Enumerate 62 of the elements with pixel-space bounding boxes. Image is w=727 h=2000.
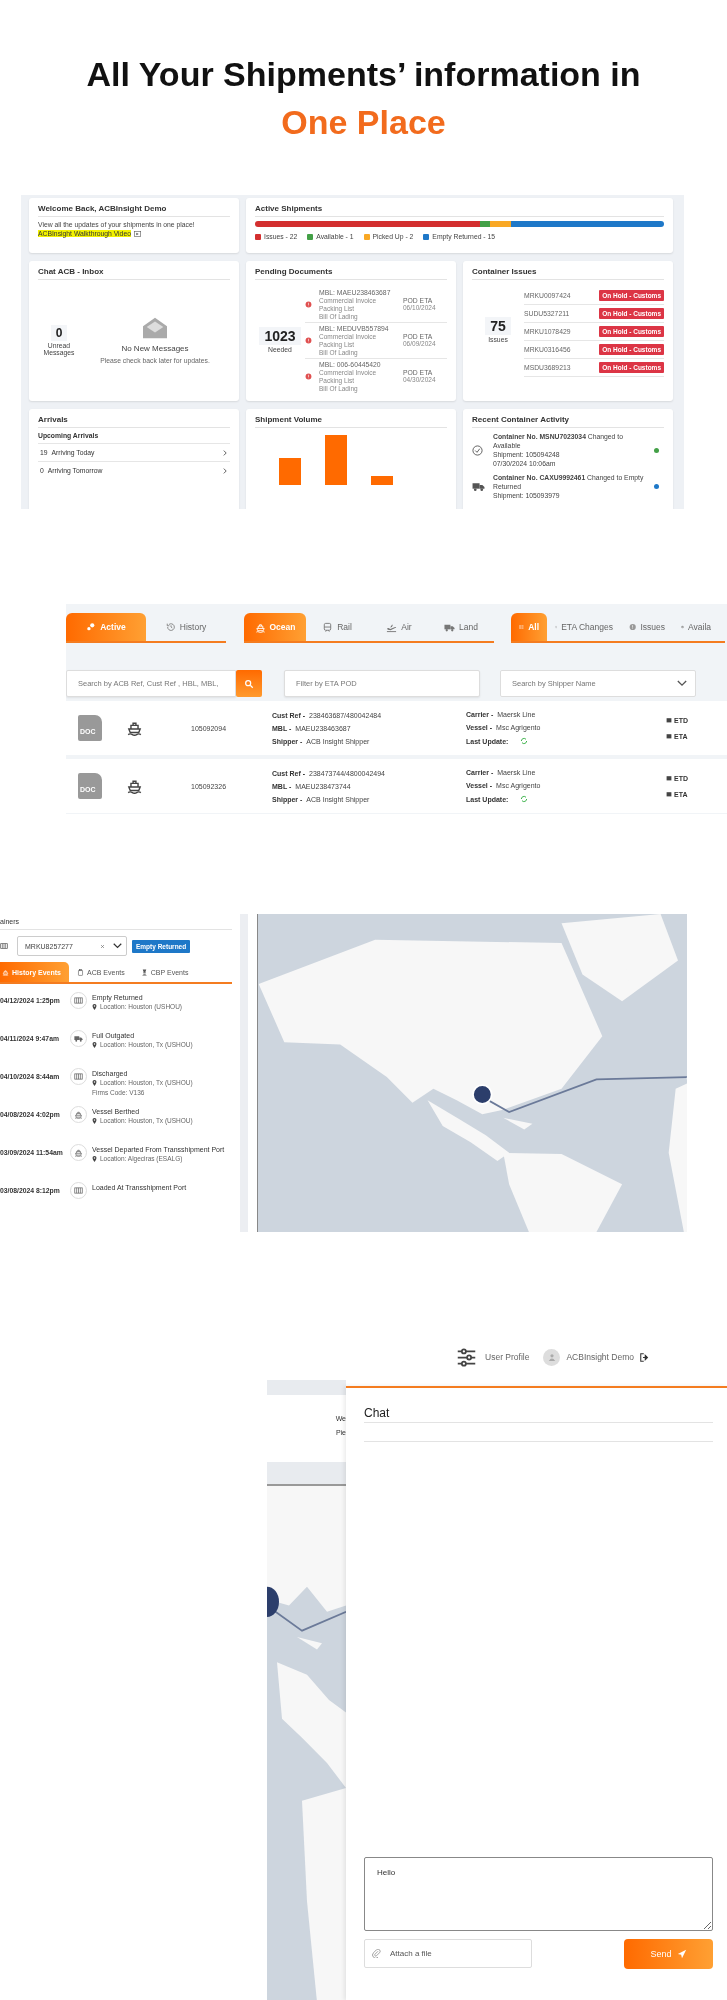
truck-icon <box>472 480 485 493</box>
container-icon <box>0 942 8 950</box>
ship-icon <box>2 968 9 976</box>
refresh-icon <box>520 794 529 803</box>
chat-title: Chat <box>364 1406 713 1423</box>
tab[interactable]: Availa <box>673 613 719 641</box>
ship-icon <box>254 621 266 633</box>
paperclip-icon <box>372 1949 381 1958</box>
alert-icon <box>305 300 312 308</box>
chevron-down-icon <box>677 680 687 687</box>
check-circle-icon <box>472 444 483 456</box>
settings-icon <box>456 1346 478 1368</box>
message-field[interactable]: Hello <box>364 1857 713 1931</box>
chevron-icon <box>222 467 228 474</box>
alert-icon <box>305 336 312 344</box>
envelope-icon <box>141 316 169 340</box>
tab[interactable]: History <box>146 613 226 641</box>
card-title: Recent Container Activity <box>472 415 664 428</box>
search-button[interactable] <box>236 670 262 697</box>
badge-icon <box>140 968 148 976</box>
video-icon <box>133 230 141 237</box>
user-name: ACBInsight Demo <box>566 1352 634 1362</box>
send-icon <box>676 1949 687 1959</box>
headline-highlight: One Place <box>281 102 446 143</box>
tab[interactable]: Rail <box>306 613 368 641</box>
container-icon <box>74 1072 83 1081</box>
user-profile-button[interactable]: User Profile <box>456 1346 530 1368</box>
list-icon <box>519 622 525 632</box>
alert-icon <box>629 622 637 632</box>
ship-icon <box>74 1148 83 1157</box>
count-value: 0 <box>50 324 68 341</box>
count-value: 1023 <box>259 327 301 345</box>
card-title: Welcome Back, ACBInsight Demo <box>38 204 230 217</box>
clear-icon <box>100 943 105 949</box>
headline: All Your Shipments’ information in <box>86 54 641 95</box>
history-icon <box>165 622 176 632</box>
tab[interactable]: ETA Changes <box>547 613 621 641</box>
card-title: Pending Documents <box>255 267 447 280</box>
card-title: Container Issues <box>472 267 664 280</box>
container-icon <box>74 996 83 1005</box>
truck-icon <box>74 1034 83 1043</box>
card-title: Active Shipments <box>255 204 664 217</box>
ship-icon <box>74 1110 83 1119</box>
chevron-icon <box>222 449 228 456</box>
attach-field[interactable]: Attach a file <box>364 1939 532 1968</box>
clipboard-icon <box>77 968 85 976</box>
tab[interactable]: Air <box>368 613 430 641</box>
train-icon <box>322 621 334 633</box>
refresh-icon <box>520 736 529 745</box>
search-icon <box>244 678 254 689</box>
card-title: Arrivals <box>38 415 230 428</box>
chevron-down-icon <box>113 943 122 949</box>
tab[interactable]: Issues <box>621 613 673 641</box>
count-value: 75 <box>485 317 511 335</box>
avatar-icon <box>543 1348 561 1366</box>
card-title: Chat ACB - Inbox <box>38 267 230 280</box>
tab[interactable]: Land <box>430 613 492 641</box>
alert-icon <box>305 372 312 380</box>
container-icon <box>74 1186 83 1195</box>
empty-title: No New Messages <box>121 344 189 353</box>
logout-button[interactable] <box>640 1352 649 1362</box>
card-title: Shipment Volume <box>255 415 447 428</box>
